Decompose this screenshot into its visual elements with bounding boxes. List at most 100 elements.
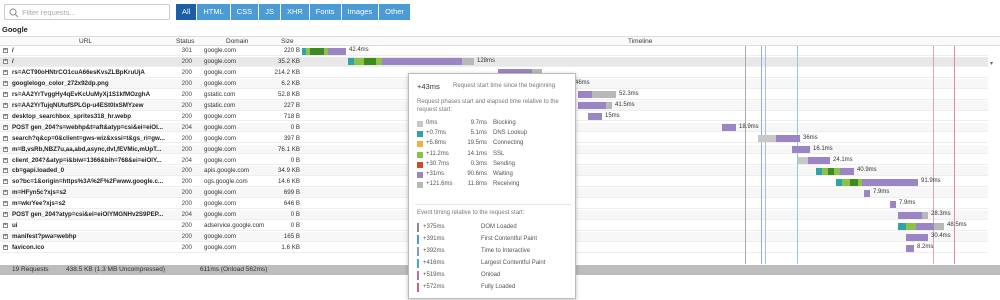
request-url: ui: [12, 222, 18, 230]
event-marker: [417, 259, 419, 268]
waterfall-segment: [722, 124, 736, 132]
expand-icon[interactable]: +: [3, 157, 8, 163]
filter-tab-images[interactable]: Images: [341, 4, 379, 20]
expand-icon[interactable]: +: [3, 80, 8, 86]
expand-icon[interactable]: +: [3, 168, 8, 174]
waterfall-bar[interactable]: [348, 58, 474, 66]
col-domain[interactable]: Domain: [226, 38, 248, 45]
request-size: 76.1 KB: [277, 145, 300, 153]
request-url: m=HFyn5c?xjs=s2: [12, 189, 67, 197]
expand-icon[interactable]: +: [3, 69, 8, 75]
expand-icon[interactable]: +: [3, 135, 8, 141]
filter-tab-html[interactable]: HTML: [197, 4, 230, 20]
event-time: +519ms: [423, 272, 445, 278]
waterfall-bar-label: 8.2ms: [917, 244, 934, 251]
timing-event-row: +392ms Time to Interactive: [417, 247, 567, 257]
waterfall-bar[interactable]: [758, 135, 800, 143]
expand-icon[interactable]: +: [3, 48, 8, 53]
waterfall-bar[interactable]: [836, 178, 918, 186]
waterfall-segment: [922, 211, 928, 219]
request-domain: google.com: [204, 244, 236, 252]
timing-event-row: +375ms DOM Loaded: [417, 223, 567, 233]
search-box[interactable]: [4, 4, 170, 20]
expand-icon[interactable]: +: [3, 190, 8, 196]
request-status: 200: [181, 79, 192, 87]
request-domain: google.com: [204, 211, 236, 219]
waterfall-segment: [906, 244, 914, 252]
request-timing-popup: +43ms Request start time since the begin…: [408, 73, 576, 299]
waterfall-bar[interactable]: [302, 47, 346, 55]
expand-icon[interactable]: +: [3, 102, 8, 108]
footer-requests: 19 Requests: [12, 266, 49, 273]
expand-icon[interactable]: +: [3, 58, 8, 64]
waterfall-segment: [578, 91, 592, 99]
request-size: 397 B: [283, 134, 300, 142]
waterfall-bar[interactable]: [906, 233, 928, 241]
waterfall-bar[interactable]: [792, 146, 810, 154]
waterfall-bar[interactable]: [864, 189, 870, 197]
expand-icon[interactable]: +: [3, 91, 8, 97]
col-size[interactable]: Size: [281, 38, 294, 45]
phase-name: Waiting: [493, 171, 513, 177]
request-url: POST gen_204?atyp=csi&ei=eiOlYMGNHv2S9PE…: [12, 211, 164, 219]
waterfall-bar[interactable]: [906, 244, 914, 252]
waterfall-segment: [934, 222, 944, 230]
waterfall-bar[interactable]: [722, 124, 736, 132]
request-url: m=wkrYee?xjs=s2: [12, 200, 66, 208]
filter-tab-other[interactable]: Other: [379, 4, 410, 20]
phase-duration: 14.1ms: [467, 150, 487, 157]
column-header: URL Status Domain Size Timeline: [0, 36, 1000, 46]
request-domain: google.com: [204, 57, 236, 65]
search-icon: [9, 8, 19, 18]
filter-tab-css[interactable]: CSS: [230, 4, 259, 20]
waterfall-segment: [792, 146, 810, 154]
waterfall-bar[interactable]: [578, 102, 612, 110]
waterfall-bar[interactable]: [890, 200, 896, 208]
waterfall-bar[interactable]: [816, 167, 854, 175]
waterfall-bar[interactable]: [578, 91, 616, 99]
waterfall-segment: [776, 135, 800, 143]
col-status[interactable]: Status: [176, 38, 194, 45]
expand-icon[interactable]: +: [3, 234, 8, 240]
request-url: favicon.ico: [12, 244, 45, 252]
filter-tab-all[interactable]: All: [176, 4, 197, 20]
scrollbar[interactable]: ▾: [988, 46, 1000, 264]
waterfall-bar-label: 30.4ms: [931, 233, 951, 240]
search-input[interactable]: [22, 6, 167, 18]
waterfall-bar[interactable]: [588, 113, 602, 121]
filter-tab-fonts[interactable]: Fonts: [309, 4, 341, 20]
request-status: 301: [181, 47, 192, 54]
waterfall-bar[interactable]: [898, 222, 944, 230]
waterfall-segment: [462, 58, 474, 66]
waterfall-bar-label: 42.4ms: [349, 47, 369, 53]
request-domain: google.com: [204, 79, 236, 87]
phase-name: DNS Lookup: [493, 130, 528, 137]
event-marker-line: [954, 46, 955, 264]
expand-icon[interactable]: +: [3, 179, 8, 185]
request-domain: google.com: [204, 112, 236, 120]
request-status: 200: [181, 167, 192, 175]
expand-icon[interactable]: +: [3, 245, 8, 251]
expand-icon[interactable]: +: [3, 113, 8, 119]
timing-phase-row: 0ms 9.7ms Blocking: [415, 120, 575, 128]
waterfall-bar[interactable]: [798, 157, 830, 164]
expand-icon[interactable]: +: [3, 212, 8, 218]
expand-icon[interactable]: +: [3, 124, 8, 130]
col-url[interactable]: URL: [79, 38, 92, 45]
expand-icon[interactable]: +: [3, 146, 8, 152]
request-domain: google.com: [204, 47, 236, 54]
expand-icon[interactable]: +: [3, 223, 8, 229]
request-status: 200: [181, 145, 192, 153]
waterfall-bar-label: 40.9ms: [857, 167, 877, 174]
request-url: desktop_searchbox_sprites318_hr.webp: [12, 112, 131, 120]
expand-icon[interactable]: +: [3, 201, 8, 207]
timing-phase-row: +121.6ms 11.8ms Receiving: [415, 181, 575, 189]
filter-tab-xhr[interactable]: XHR: [280, 4, 309, 20]
phase-start: +5.8ms: [426, 140, 446, 147]
chevron-down-icon[interactable]: ▾: [990, 60, 993, 67]
waterfall-view: { "search": { "placeholder": "Filter req…: [0, 0, 1000, 300]
waterfall-bar[interactable]: [898, 211, 928, 219]
filter-tab-js[interactable]: JS: [259, 4, 280, 20]
phase-duration: 11.8ms: [467, 181, 487, 188]
filter-bar: AllHTMLCSSJSXHRFontsImagesOther: [0, 0, 1000, 24]
